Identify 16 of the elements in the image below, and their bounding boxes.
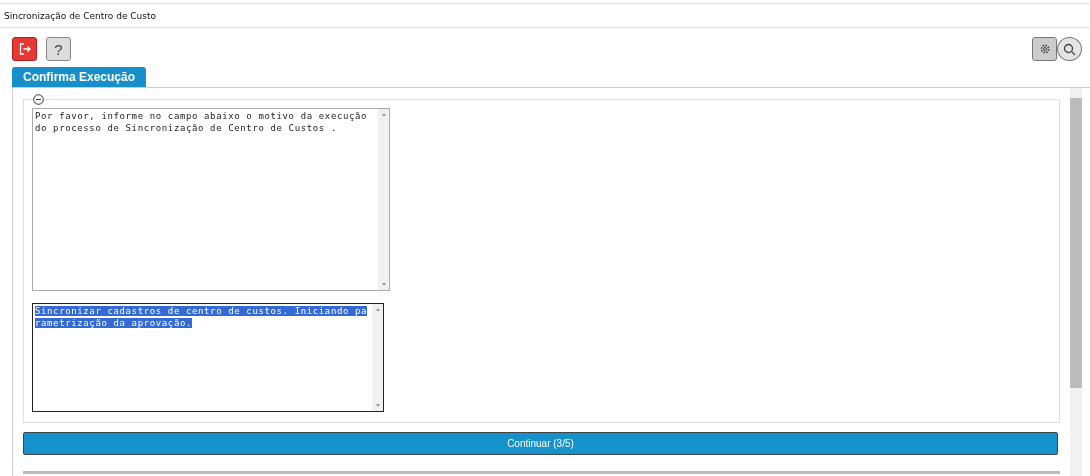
scrollbar[interactable] — [1070, 88, 1082, 476]
help-button[interactable]: ? — [46, 37, 71, 61]
text-area[interactable]: Sincronizar cadastros de centro de custos. Iniciando parametrização da aprovação. — [32, 303, 384, 412]
scrollbar[interactable] — [372, 304, 383, 411]
search-button[interactable] — [1057, 37, 1082, 61]
text-area[interactable]: Por favor, informe no campo abaixo o motivo da execução do processo de Sincronização de Centro de Custos . — [32, 108, 390, 291]
search-icon — [1063, 42, 1076, 56]
scrollbar[interactable] — [378, 109, 389, 290]
settings-button[interactable] — [1032, 37, 1057, 61]
exit-icon — [18, 43, 31, 55]
exit-button[interactable] — [12, 37, 37, 61]
window-title: Sincronização de Centro de Custo — [4, 10, 156, 21]
tab[interactable]: Confirma Execução — [12, 67, 147, 87]
settings-icon — [1038, 43, 1051, 55]
continue-button[interactable]: Continuar (3/5) — [23, 432, 1058, 455]
collapse-icon[interactable] — [33, 94, 44, 105]
